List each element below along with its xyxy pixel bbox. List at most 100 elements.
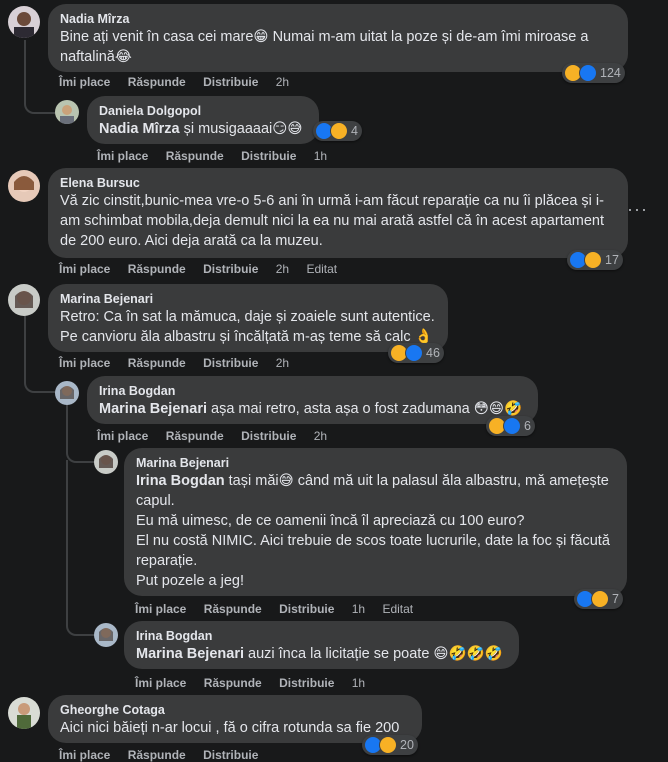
- comment-text: Vă zic cinstit,bunic-mea vre-o 5-6 ani î…: [60, 193, 605, 249]
- timestamp[interactable]: 2h: [276, 262, 289, 276]
- share-button[interactable]: Distribuie: [279, 602, 334, 616]
- comment-author[interactable]: Marina Bejenari: [60, 291, 436, 307]
- thread-connector: [66, 460, 94, 636]
- comment-author[interactable]: Daniela Dolgopol: [99, 103, 307, 119]
- more-options-icon[interactable]: ···: [627, 200, 648, 218]
- like-button[interactable]: Îmi place: [59, 356, 110, 370]
- timestamp[interactable]: 2h: [276, 75, 289, 89]
- haha-reaction-icon: [379, 736, 397, 754]
- like-button[interactable]: Îmi place: [135, 676, 186, 690]
- share-button[interactable]: Distribuie: [203, 75, 258, 89]
- reply-button[interactable]: Răspunde: [128, 748, 186, 762]
- reply-button[interactable]: Răspunde: [204, 602, 262, 616]
- reaction-summary[interactable]: 20: [362, 735, 418, 755]
- reaction-count: 4: [351, 124, 358, 138]
- comment-text: El nu costă NIMIC. Aici trebuie de scos …: [136, 533, 610, 569]
- like-button[interactable]: Îmi place: [97, 149, 148, 163]
- avatar[interactable]: [55, 381, 79, 405]
- comment-bubble: Nadia Mîrza Bine ați venit în casa cei m…: [48, 4, 628, 72]
- haha-reaction-icon: [591, 590, 609, 608]
- haha-reaction-icon: [330, 122, 348, 140]
- comment-actions: Îmi place Răspunde Distribuie 2h: [59, 356, 303, 370]
- share-button[interactable]: Distribuie: [203, 356, 258, 370]
- comment-author[interactable]: Irina Bogdan: [99, 383, 526, 399]
- comment-text: Retro: Ca în sat la mămuca, daje și zoai…: [60, 309, 435, 325]
- avatar[interactable]: [8, 170, 40, 202]
- share-button[interactable]: Distribuie: [203, 748, 258, 762]
- timestamp[interactable]: 1h: [352, 602, 365, 616]
- timestamp[interactable]: 2h: [276, 356, 289, 370]
- reply-button[interactable]: Răspunde: [128, 356, 186, 370]
- like-reaction-icon: [579, 64, 597, 82]
- avatar[interactable]: [8, 697, 40, 729]
- avatar[interactable]: [94, 623, 118, 647]
- reaction-count: 20: [400, 738, 414, 752]
- reaction-summary[interactable]: 124: [562, 63, 625, 83]
- comment-author[interactable]: Gheorghe Cotaga: [60, 702, 410, 718]
- reaction-count: 6: [524, 419, 531, 433]
- reaction-count: 7: [612, 592, 619, 606]
- comment-text: auzi înca la licitație se poate 😄🤣🤣🤣: [244, 646, 503, 662]
- comment-actions: Îmi place Răspunde Distribuie: [59, 748, 272, 762]
- share-button[interactable]: Distribuie: [203, 262, 258, 276]
- like-reaction-icon: [503, 417, 521, 435]
- reply-button[interactable]: Răspunde: [204, 676, 262, 690]
- mention[interactable]: Marina Bejenari: [99, 401, 207, 417]
- share-button[interactable]: Distribuie: [241, 149, 296, 163]
- like-button[interactable]: Îmi place: [59, 262, 110, 276]
- comment-author[interactable]: Nadia Mîrza: [60, 11, 616, 27]
- reaction-summary[interactable]: 17: [567, 250, 623, 270]
- reaction-summary[interactable]: 4: [313, 121, 362, 141]
- comment-actions: Îmi place Răspunde Distribuie 2h Editat: [59, 262, 351, 276]
- share-button[interactable]: Distribuie: [279, 676, 334, 690]
- reply-button[interactable]: Răspunde: [166, 429, 224, 443]
- comment-bubble: Marina Bejenari Retro: Ca în sat la mămu…: [48, 284, 448, 352]
- comment-bubble: Daniela Dolgopol Nadia Mîrza și musigaaa…: [87, 96, 319, 144]
- comment-actions: Îmi place Răspunde Distribuie 1h: [135, 676, 379, 690]
- comment-bubble: Irina Bogdan Marina Bejenari auzi înca l…: [124, 621, 519, 669]
- comment-text: și musigaaaai😏😅: [179, 121, 303, 137]
- like-button[interactable]: Îmi place: [135, 602, 186, 616]
- like-button[interactable]: Îmi place: [97, 429, 148, 443]
- timestamp[interactable]: 1h: [352, 676, 365, 690]
- like-reaction-icon: [405, 344, 423, 362]
- reaction-count: 17: [605, 253, 619, 267]
- comment-actions: Îmi place Răspunde Distribuie 2h: [59, 75, 303, 89]
- reaction-summary[interactable]: 6: [486, 416, 535, 436]
- comment-text: Put pozele a jeg!: [136, 573, 245, 589]
- mention[interactable]: Nadia Mîrza: [99, 121, 180, 137]
- avatar[interactable]: [94, 450, 118, 474]
- comment-text: Eu mă uimesc, de ce oamenii încă îl apre…: [136, 513, 525, 529]
- avatar[interactable]: [55, 100, 79, 124]
- comment-actions: Îmi place Răspunde Distribuie 1h Editat: [135, 602, 427, 616]
- reaction-summary[interactable]: 7: [574, 589, 623, 609]
- comment-author[interactable]: Elena Bursuc: [60, 175, 616, 191]
- edited-label: Editat: [382, 602, 414, 616]
- reaction-count: 124: [600, 66, 621, 80]
- haha-reaction-icon: [584, 251, 602, 269]
- comment-author[interactable]: Irina Bogdan: [136, 628, 507, 644]
- comment-text: Aici nici băieți n-ar locui , fă o cifra…: [60, 720, 400, 736]
- mention[interactable]: Marina Bejenari: [136, 646, 244, 662]
- reaction-summary[interactable]: 46: [388, 343, 444, 363]
- reply-button[interactable]: Răspunde: [166, 149, 224, 163]
- comment-bubble: Marina Bejenari Irina Bogdan tași măi😅 c…: [124, 448, 627, 596]
- timestamp[interactable]: 2h: [314, 429, 327, 443]
- comment-actions: Îmi place Răspunde Distribuie 2h: [97, 429, 341, 443]
- timestamp[interactable]: 1h: [314, 149, 327, 163]
- comment-author[interactable]: Marina Bejenari: [136, 455, 615, 471]
- like-button[interactable]: Îmi place: [59, 748, 110, 762]
- mention[interactable]: Irina Bogdan: [136, 473, 225, 489]
- avatar[interactable]: [8, 284, 40, 316]
- reply-button[interactable]: Răspunde: [128, 262, 186, 276]
- comment-text: așa mai retro, asta așa o fost zadumana …: [207, 401, 523, 417]
- avatar[interactable]: [8, 6, 40, 38]
- comment-bubble: Irina Bogdan Marina Bejenari așa mai ret…: [87, 376, 538, 424]
- comment-text: Pe canvioru ăla albastru și încălțată m-…: [60, 329, 433, 345]
- comment-text: Bine ați venit în casa cei mare😁 Numai m…: [60, 29, 589, 65]
- reply-button[interactable]: Răspunde: [128, 75, 186, 89]
- share-button[interactable]: Distribuie: [241, 429, 296, 443]
- edited-label: Editat: [306, 262, 338, 276]
- like-button[interactable]: Îmi place: [59, 75, 110, 89]
- reaction-count: 46: [426, 346, 440, 360]
